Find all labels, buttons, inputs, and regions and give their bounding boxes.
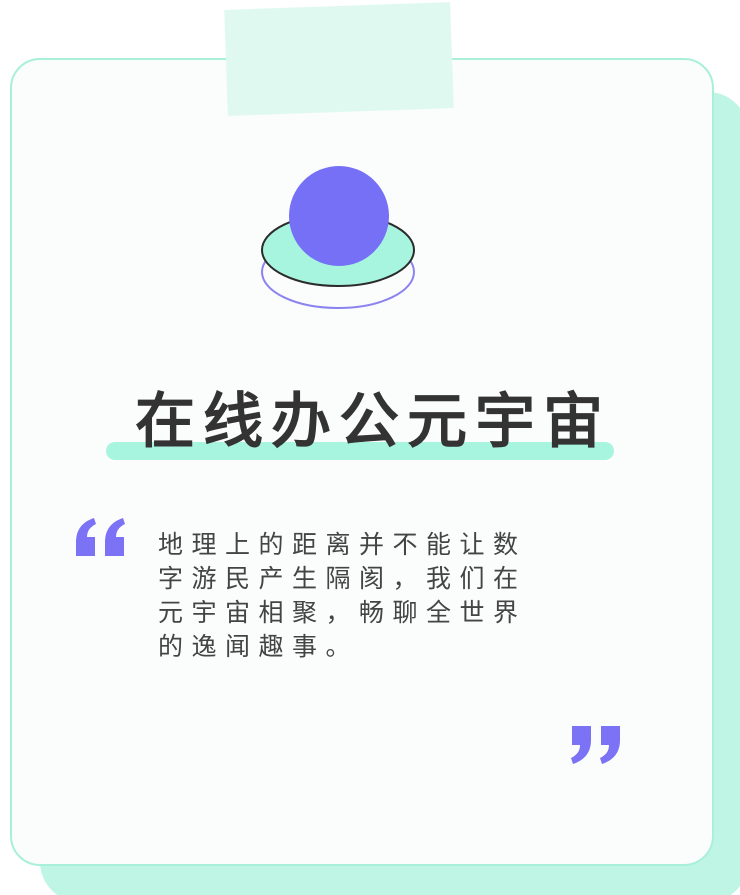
poster: 在线办公元宇宙 地理上的距离并不能让数字游民产生隔阂，我们在元宇宙相聚，畅聊全世…: [0, 0, 740, 895]
close-quote-icon: [571, 726, 620, 764]
planet-orb-icon: [261, 166, 415, 309]
open-quote-icon: [76, 518, 125, 556]
page-title: 在线办公元宇宙: [135, 387, 611, 457]
body-paragraph: 地理上的距离并不能让数字游民产生隔阂，我们在元宇宙相聚，畅聊全世界的逸闻趣事。: [158, 530, 527, 661]
title-block: 在线办公元宇宙: [0, 386, 740, 476]
